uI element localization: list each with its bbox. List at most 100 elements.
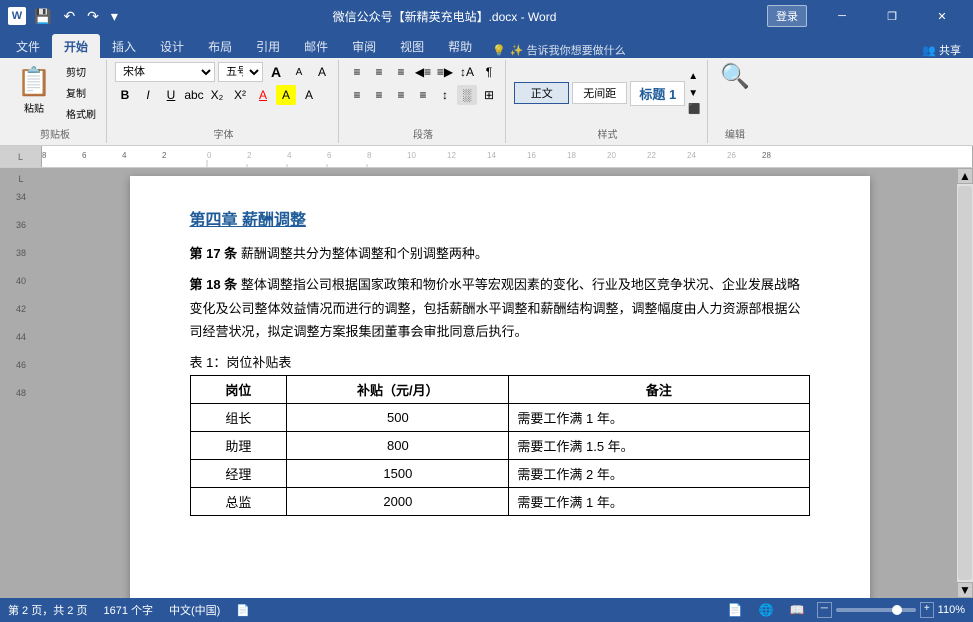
- language: 中文(中国): [169, 602, 220, 618]
- font-color-button[interactable]: A: [253, 85, 273, 105]
- undo-quick-icon[interactable]: ↶: [59, 6, 79, 27]
- page-info: 第 2 页，共 2 页: [8, 602, 87, 618]
- subscript-button[interactable]: X₂: [207, 85, 227, 105]
- cut-button[interactable]: 剪切: [62, 62, 100, 81]
- search-icon[interactable]: 🔍: [720, 62, 750, 91]
- restore-button[interactable]: ❐: [869, 0, 915, 32]
- font-shrink-button[interactable]: A: [289, 62, 309, 82]
- multilevel-list-button[interactable]: ≡: [391, 62, 411, 82]
- row3-subsidy: 1500: [287, 459, 509, 487]
- row4-subsidy: 2000: [287, 487, 509, 515]
- tab-help[interactable]: 帮助: [436, 34, 484, 58]
- sort-button[interactable]: ↕A: [457, 62, 477, 82]
- salary-table: 岗位 补贴（元/月） 备注 组长 500 需要工作满 1 年。 助理 800 需…: [190, 375, 810, 516]
- tab-layout[interactable]: 布局: [196, 34, 244, 58]
- styles-down-icon[interactable]: ▼: [688, 88, 700, 99]
- ruler: L 8 6 4 2 0 2 4 6 8 10 12: [0, 146, 973, 168]
- zoom-slider[interactable]: [836, 608, 916, 612]
- redo-quick-icon[interactable]: ↷: [83, 6, 103, 27]
- tab-home[interactable]: 开始: [52, 34, 100, 58]
- table-row: 经理 1500 需要工作满 2 年。: [190, 459, 809, 487]
- shading-button[interactable]: ░: [457, 85, 477, 105]
- tab-file[interactable]: 文件: [4, 34, 52, 58]
- clear-format-button[interactable]: A: [312, 62, 332, 82]
- char-spacing-button[interactable]: A: [299, 85, 319, 105]
- paste-button[interactable]: 📋 粘贴: [10, 62, 58, 118]
- article-18: 第 18 条 整体调整指公司根据国家政策和物价水平等宏观因素的变化、行业及地区竞…: [190, 273, 810, 343]
- style-heading1[interactable]: 标题 1: [630, 81, 685, 106]
- web-view-button[interactable]: 🌐: [755, 601, 778, 619]
- styles-label: 样式: [598, 124, 618, 141]
- zoom-thumb[interactable]: [892, 605, 902, 615]
- tab-insert[interactable]: 插入: [100, 34, 148, 58]
- scroll-thumb[interactable]: [958, 186, 972, 580]
- indent-increase-button[interactable]: ≡▶: [435, 62, 455, 82]
- line-spacing-button[interactable]: ↕: [435, 85, 455, 105]
- tell-me-input[interactable]: 💡 ✨ 告诉我你想要做什么: [492, 42, 625, 58]
- zoom-out-button[interactable]: ─: [817, 602, 832, 618]
- align-left-button[interactable]: ≡: [347, 85, 367, 105]
- scroll-down-button[interactable]: ▼: [957, 582, 973, 598]
- document-page[interactable]: 第四章 薪酬调整 第 17 条 薪酬调整共分为整体调整和个别调整两种。 第 18…: [130, 176, 870, 598]
- align-right-button[interactable]: ≡: [391, 85, 411, 105]
- read-view-button[interactable]: 📖: [786, 601, 809, 619]
- table-header-position: 岗位: [190, 375, 287, 403]
- title-bar: W 💾 ↶ ↷ ▾ 微信公众号【新精英充电站】.docx - Word 登录 ─…: [0, 0, 973, 32]
- tab-references[interactable]: 引用: [244, 34, 292, 58]
- tab-mailings[interactable]: 邮件: [292, 34, 340, 58]
- style-normal[interactable]: 正文: [514, 82, 569, 104]
- document-area[interactable]: 第四章 薪酬调整 第 17 条 薪酬调整共分为整体调整和个别调整两种。 第 18…: [42, 168, 957, 598]
- zoom-in-button[interactable]: +: [920, 602, 934, 618]
- styles-scroll[interactable]: ▲ ▼ ⬛: [688, 71, 700, 115]
- svg-text:8: 8: [42, 151, 47, 160]
- minimize-button[interactable]: ─: [819, 0, 865, 32]
- svg-text:28: 28: [762, 151, 771, 160]
- style-no-spacing[interactable]: 无间距: [572, 82, 627, 104]
- tab-design[interactable]: 设计: [148, 34, 196, 58]
- vertical-scrollbar[interactable]: ▲ ▼: [957, 168, 973, 598]
- show-marks-button[interactable]: ¶: [479, 62, 499, 82]
- format-painter-button[interactable]: 格式刷: [62, 104, 100, 123]
- justify-button[interactable]: ≡: [413, 85, 433, 105]
- share-icon: 👥: [922, 44, 936, 57]
- close-button[interactable]: ✕: [919, 0, 965, 32]
- table-header-subsidy: 补贴（元/月）: [287, 375, 509, 403]
- bold-button[interactable]: B: [115, 85, 135, 105]
- numbered-list-button[interactable]: ≡: [369, 62, 389, 82]
- article-17: 第 17 条 薪酬调整共分为整体调整和个别调整两种。: [190, 242, 810, 265]
- ribbon-group-styles: 正文 无间距 标题 1 ▲ ▼ ⬛ 样式: [508, 60, 708, 143]
- copy-button[interactable]: 复制: [62, 83, 100, 102]
- print-view-button[interactable]: 📄: [724, 601, 747, 619]
- article-18-num: 第 18 条: [190, 277, 238, 292]
- align-center-button[interactable]: ≡: [369, 85, 389, 105]
- indent-decrease-button[interactable]: ◀≡: [413, 62, 433, 82]
- ribbon-group-font: 宋体 五号 A A A B I U abc X₂ X² A: [109, 60, 339, 143]
- superscript-button[interactable]: X²: [230, 85, 250, 105]
- borders-button[interactable]: ⊞: [479, 85, 499, 105]
- styles-up-icon[interactable]: ▲: [688, 71, 700, 82]
- tab-view[interactable]: 视图: [388, 34, 436, 58]
- paragraph-label: 段落: [413, 124, 433, 141]
- styles-more-icon[interactable]: ⬛: [688, 104, 700, 115]
- svg-text:2: 2: [162, 151, 167, 160]
- bullet-list-button[interactable]: ≡: [347, 62, 367, 82]
- underline-button[interactable]: U: [161, 85, 181, 105]
- highlight-button[interactable]: A: [276, 85, 296, 105]
- share-button[interactable]: 👥 共享: [922, 42, 961, 58]
- tab-review[interactable]: 审阅: [340, 34, 388, 58]
- row2-position: 助理: [190, 431, 287, 459]
- table-row: 总监 2000 需要工作满 1 年。: [190, 487, 809, 515]
- italic-button[interactable]: I: [138, 85, 158, 105]
- customize-quick-icon[interactable]: ▾: [107, 6, 122, 27]
- strikethrough-button[interactable]: abc: [184, 85, 204, 105]
- zoom-level[interactable]: 110%: [938, 604, 965, 616]
- zoom-controls: ─ + 110%: [817, 602, 965, 618]
- font-name-select[interactable]: 宋体: [115, 62, 215, 82]
- login-button[interactable]: 登录: [767, 5, 807, 27]
- font-size-select[interactable]: 五号: [218, 62, 263, 82]
- main-layout: L 34 36 38 40 42 44 46 48 第四章 薪酬调整 第 17 …: [0, 168, 973, 598]
- save-quick-icon[interactable]: 💾: [30, 6, 55, 27]
- scroll-up-button[interactable]: ▲: [957, 168, 973, 184]
- font-grow-button[interactable]: A: [266, 62, 286, 82]
- row3-position: 经理: [190, 459, 287, 487]
